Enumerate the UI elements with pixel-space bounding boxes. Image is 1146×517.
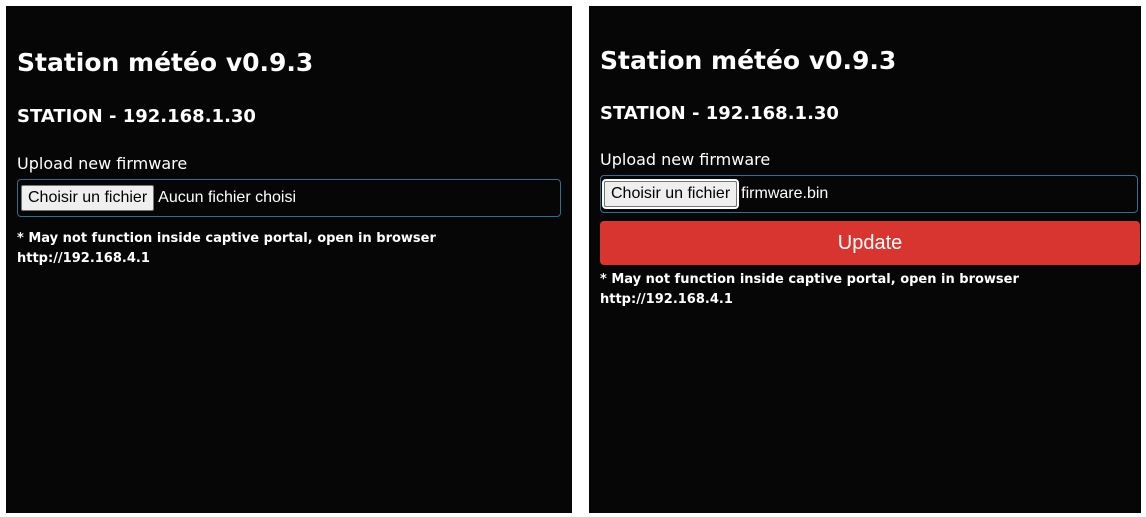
- firmware-file-input[interactable]: Choisir un fichier Aucun fichier choisi: [17, 179, 561, 217]
- page-title: Station météo v0.9.3: [600, 46, 897, 75]
- page-title: Station météo v0.9.3: [17, 48, 314, 77]
- choose-file-button[interactable]: Choisir un fichier: [21, 185, 155, 211]
- screenshot-panel-before: Station météo v0.9.3 STATION - 192.168.1…: [6, 6, 572, 513]
- choose-file-button[interactable]: Choisir un fichier: [601, 179, 740, 209]
- captive-portal-note: * May not function inside captive portal…: [600, 270, 1130, 310]
- screenshot-panel-after: Station météo v0.9.3 STATION - 192.168.1…: [589, 6, 1141, 513]
- note-line-1: * May not function inside captive portal…: [600, 272, 1019, 287]
- update-button[interactable]: Update: [600, 221, 1140, 265]
- station-subtitle: STATION - 192.168.1.30: [600, 103, 839, 124]
- firmware-file-input[interactable]: Choisir un fichier firmware.bin: [600, 175, 1138, 213]
- file-status-text: firmware.bin: [741, 185, 829, 202]
- upload-label: Upload new firmware: [600, 150, 771, 169]
- note-line-2: http://192.168.4.1: [17, 251, 150, 266]
- captive-portal-note: * May not function inside captive portal…: [17, 229, 547, 269]
- upload-label: Upload new firmware: [17, 154, 188, 173]
- station-subtitle: STATION - 192.168.1.30: [17, 106, 256, 127]
- note-line-2: http://192.168.4.1: [600, 292, 733, 307]
- note-line-1: * May not function inside captive portal…: [17, 231, 436, 246]
- file-status-text: Aucun fichier choisi: [158, 189, 296, 206]
